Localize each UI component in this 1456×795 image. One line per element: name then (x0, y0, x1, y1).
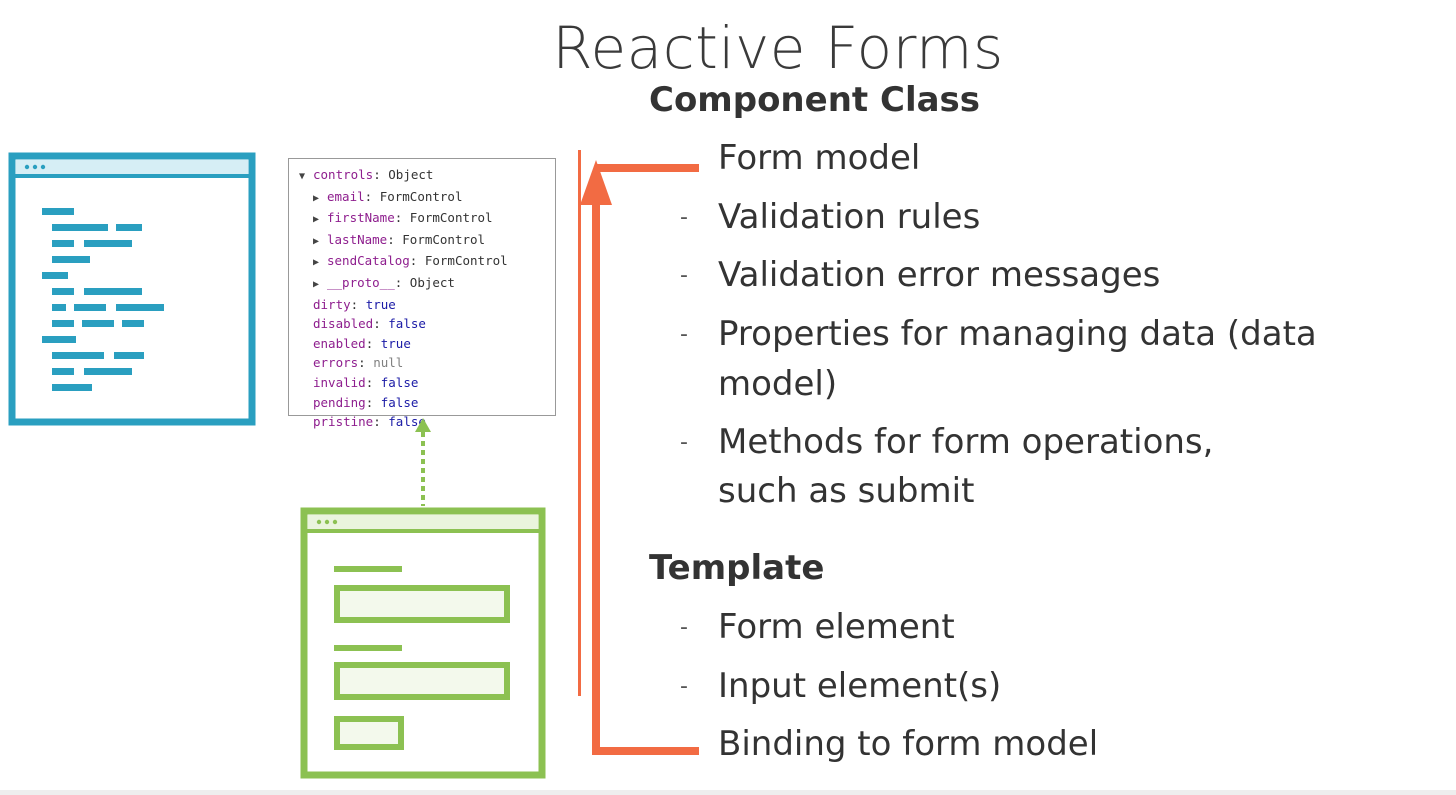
code-key: enabled (313, 335, 366, 351)
bullet-dash: - (680, 674, 688, 699)
code-line: dirty: true (299, 295, 555, 315)
code-value: Object (409, 274, 455, 290)
list-item: model) (718, 364, 838, 404)
expand-right-icon[interactable]: ▶ (313, 253, 327, 273)
list-item: Validation error messages (718, 255, 1161, 295)
code-value: Object (388, 167, 434, 182)
code-key: dirty (313, 296, 351, 312)
list-item: such as submit (718, 471, 975, 511)
code-sep: : (365, 374, 381, 390)
bullet-dash: - (680, 615, 688, 640)
list-item: Validation rules (718, 197, 981, 237)
expand-down-icon[interactable]: ▼ (299, 167, 313, 187)
binding-arrow (580, 160, 699, 755)
form-group-inspector-panel: ▼ controls: Object ▶ email: FormControl ▶ fir… (288, 158, 556, 429)
list-item: Form model (718, 138, 921, 178)
code-key: controls (313, 167, 374, 182)
code-line: pending: false (299, 393, 555, 413)
code-line: errors: null (299, 353, 555, 373)
bullet-dash: - (680, 263, 688, 288)
bullet-dash: - (680, 430, 688, 455)
list-item: Binding to form model (718, 724, 1099, 764)
expand-right-icon[interactable]: ▶ (313, 275, 327, 295)
code-value: FormControl (409, 210, 493, 226)
code-line: ▶ sendCatalog: FormControl (299, 251, 555, 273)
code-key: firstName (327, 210, 395, 226)
code-line: ▶ firstName: FormControl (299, 208, 555, 230)
code-key: email (327, 188, 365, 204)
code-key: lastName (327, 231, 388, 247)
code-sep: : (373, 316, 389, 332)
list-item: Form element (718, 607, 955, 647)
list-item: Properties for managing data (data (718, 314, 1317, 354)
code-sep: : (364, 188, 380, 204)
code-value: null (373, 355, 404, 371)
code-value: false (380, 394, 419, 410)
list-item: Input element(s) (718, 666, 1002, 706)
bottom-bar (0, 790, 1456, 795)
code-value: FormControl (424, 253, 508, 269)
component-class-heading: Component Class (649, 80, 981, 120)
expand-right-icon[interactable]: ▶ (313, 210, 327, 230)
code-sep: : (394, 210, 410, 226)
bullet-dash: - (680, 322, 688, 347)
code-key: __proto__ (327, 274, 395, 290)
bullet-dash: - (680, 205, 688, 230)
code-line: ▶ lastName: FormControl (299, 230, 555, 252)
code-line: ▶ email: FormControl (299, 187, 555, 209)
code-sep: : (409, 253, 425, 269)
expand-right-icon[interactable]: ▶ (313, 189, 327, 209)
code-value: FormControl (402, 231, 486, 247)
code-line: enabled: true (299, 334, 555, 354)
code-line: disabled: false (299, 314, 555, 334)
code-key: pristine (313, 414, 374, 430)
code-value: false (380, 374, 419, 390)
code-sep: : (387, 231, 403, 247)
code-value: false (388, 316, 426, 332)
code-sep: : (373, 414, 389, 430)
code-key: pending (313, 394, 366, 410)
slide-title: Reactive Forms (552, 14, 1004, 82)
code-line: ▶ __proto__: Object (299, 273, 555, 295)
list-item: Methods for form operations, (718, 422, 1214, 462)
template-heading: Template (649, 548, 825, 588)
code-key: errors (313, 355, 359, 371)
code-sep: : (365, 335, 381, 351)
code-value: true (365, 296, 396, 312)
dotted-arrow-up (415, 418, 431, 506)
code-key: invalid (313, 374, 366, 390)
code-sep: : (373, 167, 389, 182)
code-sep: : (358, 355, 374, 371)
code-key: sendCatalog (327, 253, 410, 269)
code-line: ▼ controls: Object (299, 165, 555, 187)
code-line: invalid: false (299, 373, 555, 393)
code-sep: : (350, 296, 366, 312)
code-window-icon (8, 152, 256, 426)
code-value: FormControl (379, 188, 463, 204)
code-sep: : (394, 274, 410, 290)
form-window-icon (300, 507, 546, 779)
expand-right-icon[interactable]: ▶ (313, 232, 327, 252)
code-value: true (380, 335, 411, 351)
code-key: disabled (313, 316, 374, 332)
code-sep: : (365, 394, 381, 410)
